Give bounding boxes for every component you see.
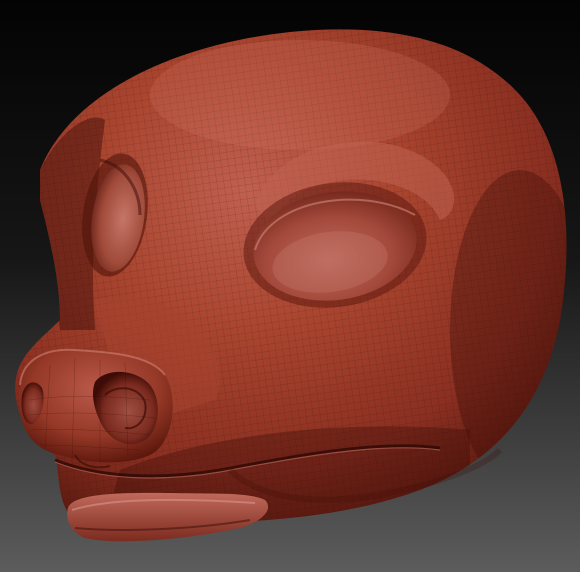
sculpt-viewport[interactable] <box>0 0 580 572</box>
viewport-canvas <box>0 0 580 572</box>
